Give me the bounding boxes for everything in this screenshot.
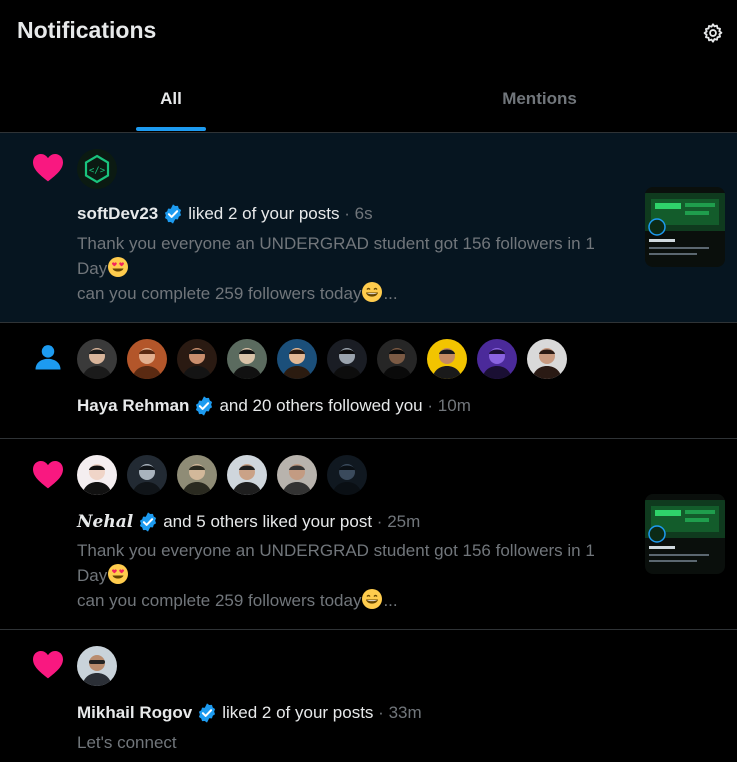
- avatar-row: [77, 339, 567, 379]
- heart-icon: [30, 646, 66, 682]
- action-text: liked 2 of your posts: [222, 703, 374, 722]
- actor-name[interactable]: softDev23: [77, 204, 158, 224]
- post-thumbnail[interactable]: [645, 494, 725, 574]
- timestamp: 10m: [437, 396, 471, 415]
- page-title: Notifications: [17, 17, 157, 43]
- svg-text:</>: </>: [89, 166, 106, 176]
- separator: ·: [376, 512, 383, 531]
- post-thumbnail[interactable]: [645, 187, 725, 267]
- timestamp: 6s: [354, 204, 373, 223]
- grinning-emoji-icon: [361, 281, 383, 303]
- settings-button[interactable]: [700, 20, 726, 46]
- notification-item[interactable]: Haya Rehman and 20 others followed you ·…: [0, 323, 737, 439]
- post-preview: Let's connect: [77, 730, 622, 755]
- avatar[interactable]: </>: [77, 149, 117, 189]
- action-text: and 5 others liked your post: [163, 512, 373, 531]
- heart-icon: [30, 149, 66, 185]
- avatar-row: </>: [77, 149, 117, 189]
- avatar[interactable]: [277, 455, 317, 495]
- avatar[interactable]: [127, 339, 167, 379]
- verified-badge-icon: [137, 511, 159, 533]
- tab-mentions-label: Mentions: [502, 89, 577, 108]
- grinning-emoji-icon: [361, 588, 383, 610]
- verified-badge-icon: [162, 203, 184, 225]
- active-tab-indicator: [136, 127, 206, 131]
- post-text-line2: can you complete 259 followers today: [77, 284, 362, 303]
- post-preview: Thank you everyone an UNDERGRAD student …: [77, 231, 622, 306]
- avatar[interactable]: [127, 455, 167, 495]
- notification-item[interactable]: Mikhail Rogov liked 2 of your posts · 33…: [0, 630, 737, 762]
- notification-item[interactable]: Nehal and 5 others liked your post · 25m…: [0, 439, 737, 630]
- notification-summary: Haya Rehman and 20 others followed you ·…: [77, 395, 471, 417]
- heart-icon: [30, 456, 66, 492]
- avatar[interactable]: [527, 339, 567, 379]
- separator: ·: [427, 396, 434, 415]
- avatar[interactable]: [327, 339, 367, 379]
- action-text: and 20 others followed you: [219, 396, 423, 415]
- tab-all-label: All: [160, 89, 182, 108]
- timestamp: 33m: [388, 703, 422, 722]
- post-text-line1: Thank you everyone an UNDERGRAD student …: [77, 541, 595, 585]
- post-text-line1: Let's connect: [77, 733, 177, 752]
- avatar[interactable]: [77, 646, 117, 686]
- actor-name[interactable]: Nehal: [77, 512, 133, 532]
- tab-all[interactable]: All: [0, 66, 342, 132]
- avatar[interactable]: [77, 339, 117, 379]
- avatar[interactable]: [477, 339, 517, 379]
- post-text-line1: Thank you everyone an UNDERGRAD student …: [77, 234, 595, 278]
- actor-name[interactable]: Haya Rehman: [77, 396, 189, 416]
- post-text-line2: can you complete 259 followers today: [77, 591, 362, 610]
- ellipsis: ...: [383, 284, 398, 303]
- post-preview: Thank you everyone an UNDERGRAD student …: [77, 538, 622, 613]
- verified-badge-icon: [196, 702, 218, 724]
- gear-icon: [703, 23, 723, 43]
- avatar[interactable]: [277, 339, 317, 379]
- avatar[interactable]: [227, 339, 267, 379]
- avatar[interactable]: [177, 455, 217, 495]
- avatar[interactable]: [77, 455, 117, 495]
- avatar[interactable]: [177, 339, 217, 379]
- notification-summary: Mikhail Rogov liked 2 of your posts · 33…: [77, 702, 422, 724]
- avatar[interactable]: [377, 339, 417, 379]
- notification-item[interactable]: </> softDev23 liked 2 of your posts · 6s…: [0, 133, 737, 323]
- heart-eyes-emoji-icon: [107, 256, 129, 278]
- separator: ·: [344, 204, 350, 223]
- verified-badge-icon: [193, 395, 215, 417]
- separator: ·: [378, 703, 384, 722]
- avatar-row: [77, 646, 117, 686]
- timestamp: 25m: [387, 512, 421, 531]
- heart-eyes-emoji-icon: [107, 563, 129, 585]
- notification-summary: softDev23 liked 2 of your posts · 6s: [77, 203, 373, 225]
- avatar[interactable]: [427, 339, 467, 379]
- avatar-row: [77, 455, 367, 495]
- actor-name[interactable]: Mikhail Rogov: [77, 703, 192, 723]
- tab-bar: All Mentions: [0, 66, 737, 133]
- avatar[interactable]: [327, 455, 367, 495]
- header: Notifications: [0, 0, 737, 66]
- notification-summary: Nehal and 5 others liked your post · 25m: [77, 511, 420, 533]
- action-text: liked 2 of your posts: [188, 204, 340, 223]
- avatar[interactable]: [227, 455, 267, 495]
- ellipsis: ...: [383, 591, 398, 610]
- tab-mentions[interactable]: Mentions: [342, 66, 737, 132]
- person-icon: [30, 339, 66, 375]
